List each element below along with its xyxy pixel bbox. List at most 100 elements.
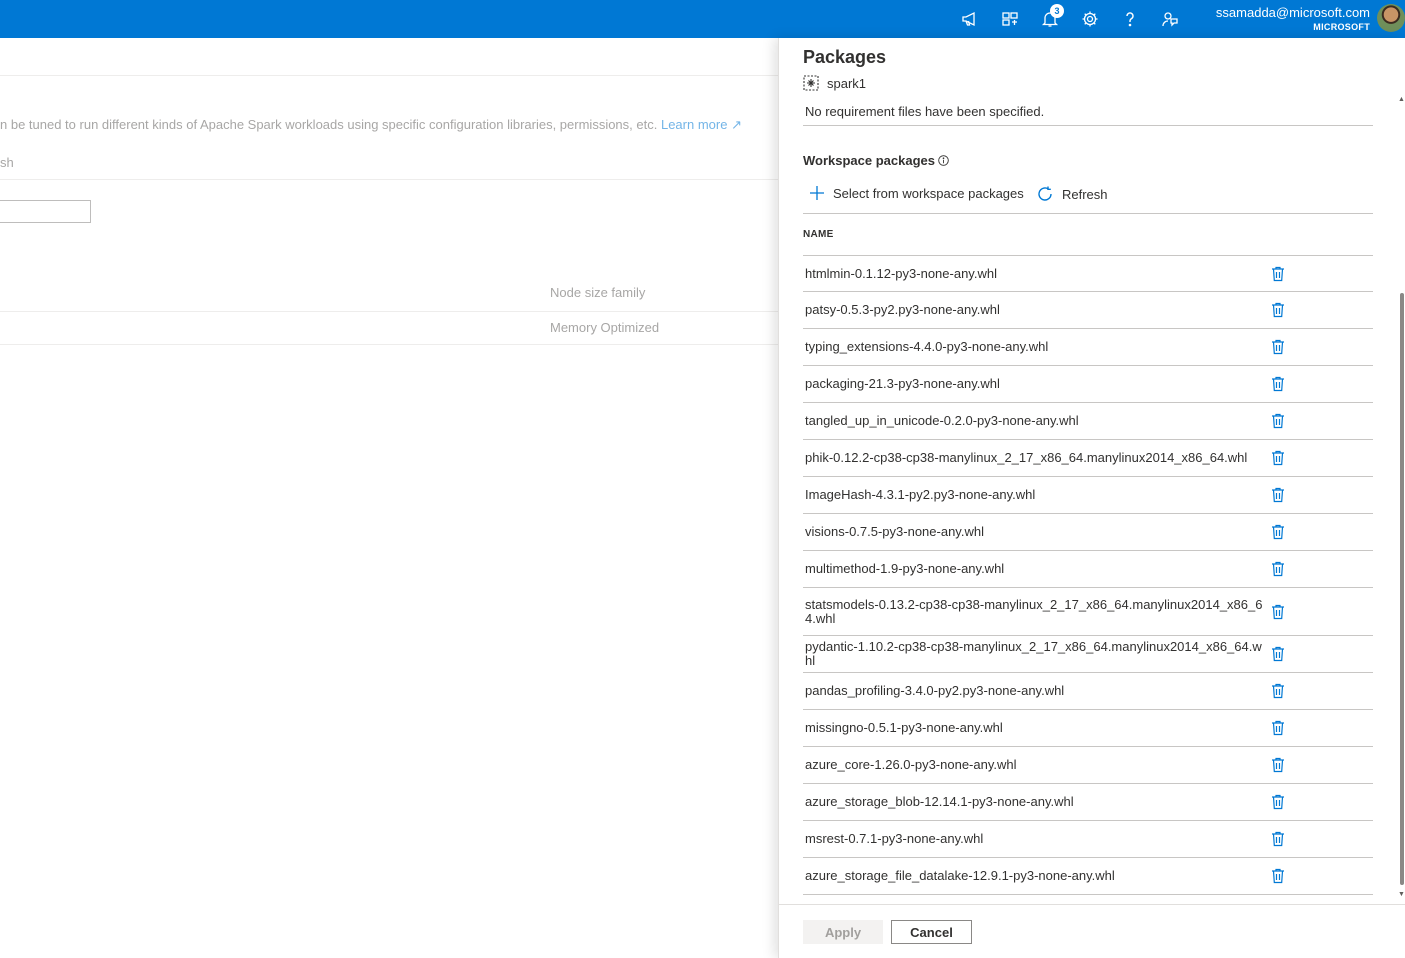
package-name: patsy-0.5.3-py2.py3-none-any.whl xyxy=(805,302,1000,317)
pool-row: spark1 xyxy=(803,75,866,91)
delete-package-button[interactable] xyxy=(1269,867,1287,885)
trash-icon xyxy=(1272,413,1284,429)
list-item: patsy-0.5.3-py2.py3-none-any.whl xyxy=(803,292,1373,329)
add-icon xyxy=(810,186,824,200)
apply-button[interactable]: Apply xyxy=(803,920,883,944)
list-item: azure_storage_file_datalake-12.9.1-py3-n… xyxy=(803,858,1373,895)
background-filter-input[interactable] xyxy=(0,200,91,223)
package-name: visions-0.7.5-py3-none-any.whl xyxy=(805,524,984,539)
scroll-down-arrow[interactable]: ▼ xyxy=(1398,891,1405,899)
background-cell-value: Memory Optimized xyxy=(550,320,660,335)
workspace-packages-title-text: Workspace packages xyxy=(803,153,935,168)
list-item: missingno-0.5.1-py3-none-any.whl xyxy=(803,710,1373,747)
delete-package-button[interactable] xyxy=(1269,486,1287,504)
package-name: typing_extensions-4.4.0-py3-none-any.whl xyxy=(805,339,1049,354)
trash-icon xyxy=(1272,757,1284,773)
requirements-text: No requirement files have been specified… xyxy=(805,104,1045,119)
list-item: visions-0.7.5-py3-none-any.whl xyxy=(803,514,1373,551)
scrollbar-thumb[interactable] xyxy=(1400,293,1404,885)
package-name: pandas_profiling-3.4.0-py2.py3-none-any.… xyxy=(805,683,1065,698)
trash-icon xyxy=(1272,487,1284,503)
settings-icon[interactable] xyxy=(1070,0,1110,38)
column-header-name: NAME xyxy=(803,229,834,240)
delete-package-button[interactable] xyxy=(1269,830,1287,848)
list-item: htmlmin-0.1.12-py3-none-any.whl xyxy=(803,255,1373,292)
package-name: azure_storage_blob-12.14.1-py3-none-any.… xyxy=(805,794,1074,809)
pool-name: spark1 xyxy=(827,75,867,91)
info-icon[interactable] xyxy=(938,155,949,166)
trash-icon xyxy=(1272,604,1284,619)
delete-package-button[interactable] xyxy=(1269,560,1287,578)
background-divider xyxy=(0,311,778,312)
package-name: missingno-0.5.1-py3-none-any.whl xyxy=(805,720,1003,735)
trash-icon xyxy=(1272,524,1284,540)
package-name: multimethod-1.9-py3-none-any.whl xyxy=(805,561,1005,576)
list-item: tangled_up_in_unicode-0.2.0-py3-none-any… xyxy=(803,403,1373,440)
panel-title: Packages xyxy=(803,47,887,67)
toolbar-divider xyxy=(803,213,1373,214)
package-name: packaging-21.3-py3-none-any.whl xyxy=(805,376,1000,391)
list-item: multimethod-1.9-py3-none-any.whl xyxy=(803,551,1373,588)
learn-more-link[interactable]: Learn more xyxy=(661,117,727,132)
delete-package-button[interactable] xyxy=(1269,338,1287,356)
directory-switch-icon[interactable] xyxy=(990,0,1030,38)
notifications-icon[interactable]: 3 xyxy=(1030,0,1070,38)
delete-package-button[interactable] xyxy=(1269,756,1287,774)
help-icon[interactable] xyxy=(1110,0,1150,38)
top-bar-icons: 3 xyxy=(950,0,1190,38)
delete-package-button[interactable] xyxy=(1269,523,1287,541)
delete-package-button[interactable] xyxy=(1269,719,1287,737)
trash-icon xyxy=(1272,302,1284,318)
background-column-header: Node size family xyxy=(550,285,646,300)
delete-package-button[interactable] xyxy=(1269,412,1287,430)
packages-panel: Packages spark1 No requirement files hav… xyxy=(778,38,1405,958)
workspace-packages-title: Workspace packages xyxy=(803,153,949,168)
package-name: msrest-0.7.1-py3-none-any.whl xyxy=(805,831,984,846)
package-list: htmlmin-0.1.12-py3-none-any.whl patsy-0.… xyxy=(803,255,1373,895)
trash-icon xyxy=(1272,831,1284,847)
list-item: statsmodels-0.13.2-cp38-cp38-manylinux_2… xyxy=(803,588,1373,636)
trash-icon xyxy=(1272,450,1284,466)
background-description-text: n be tuned to run different kinds of Apa… xyxy=(0,117,658,132)
list-item: pydantic-1.10.2-cp38-cp38-manylinux_2_17… xyxy=(803,636,1373,673)
select-from-workspace-packages-button[interactable]: Select from workspace packages xyxy=(809,185,1024,201)
announcement-icon[interactable] xyxy=(950,0,990,38)
delete-package-button[interactable] xyxy=(1269,301,1287,319)
trash-icon xyxy=(1272,376,1284,392)
feedback-icon[interactable] xyxy=(1150,0,1190,38)
trash-icon xyxy=(1272,561,1284,577)
list-item: phik-0.12.2-cp38-cp38-manylinux_2_17_x86… xyxy=(803,440,1373,477)
select-from-workspace-packages-label: Select from workspace packages xyxy=(833,185,1024,201)
package-name: tangled_up_in_unicode-0.2.0-py3-none-any… xyxy=(805,413,1079,428)
package-name: azure_storage_file_datalake-12.9.1-py3-n… xyxy=(805,868,1115,883)
trash-icon xyxy=(1272,339,1284,355)
delete-package-button[interactable] xyxy=(1269,449,1287,467)
account-org: MICROSOFT xyxy=(1313,22,1370,32)
avatar[interactable] xyxy=(1377,4,1405,32)
account-menu[interactable]: ssamadda@microsoft.com MICROSOFT xyxy=(1196,5,1370,33)
background-divider xyxy=(0,75,778,76)
refresh-icon xyxy=(1038,186,1052,201)
refresh-button[interactable]: Refresh xyxy=(1036,185,1108,203)
background-refresh-fragment[interactable]: sh xyxy=(0,155,14,170)
cancel-button[interactable]: Cancel xyxy=(891,920,972,944)
footer-divider xyxy=(779,904,1405,905)
package-name: pydantic-1.10.2-cp38-cp38-manylinux_2_17… xyxy=(805,639,1262,668)
delete-package-button[interactable] xyxy=(1269,682,1287,700)
trash-icon xyxy=(1272,868,1284,884)
delete-package-button[interactable] xyxy=(1269,645,1287,663)
delete-package-button[interactable] xyxy=(1269,793,1287,811)
background-divider xyxy=(0,179,778,180)
list-item: azure_storage_blob-12.14.1-py3-none-any.… xyxy=(803,784,1373,821)
delete-package-button[interactable] xyxy=(1269,265,1287,283)
list-item: pandas_profiling-3.4.0-py2.py3-none-any.… xyxy=(803,673,1373,710)
list-item: azure_core-1.26.0-py3-none-any.whl xyxy=(803,747,1373,784)
trash-icon xyxy=(1272,720,1284,736)
delete-package-button[interactable] xyxy=(1269,603,1287,621)
trash-icon xyxy=(1272,266,1284,281)
delete-package-button[interactable] xyxy=(1269,375,1287,393)
scroll-up-arrow[interactable]: ▲ xyxy=(1398,96,1405,104)
trash-icon xyxy=(1272,794,1284,810)
trash-icon xyxy=(1272,646,1284,662)
spark-pool-icon xyxy=(803,75,819,91)
